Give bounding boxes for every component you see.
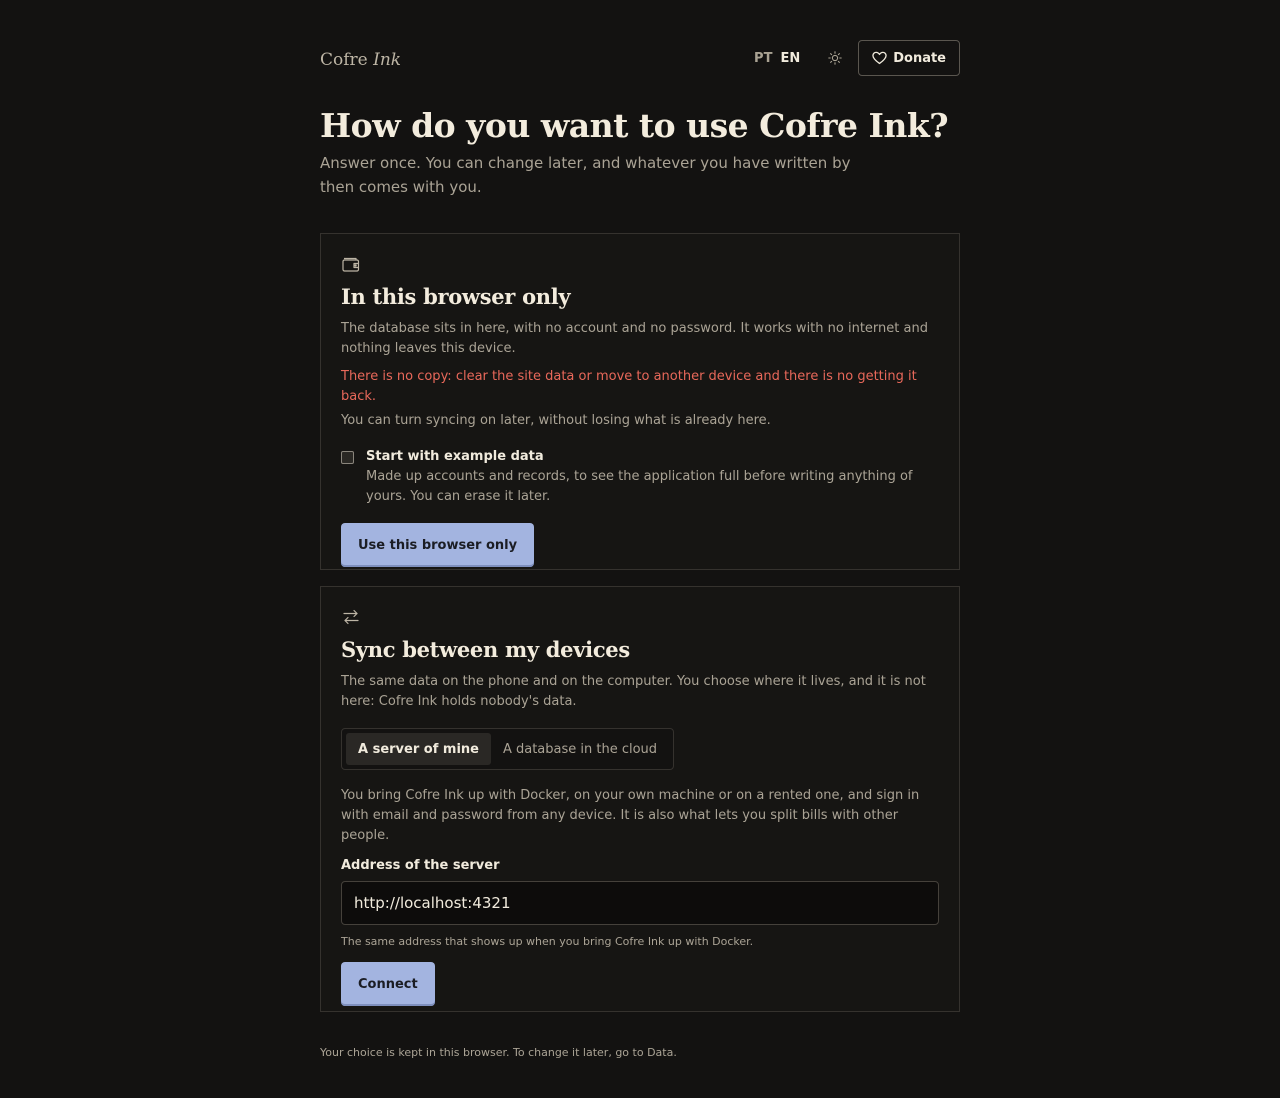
example-data-description: Made up accounts and records, to see the… xyxy=(366,469,913,504)
footer-note: Your choice is kept in this browser. To … xyxy=(320,1046,677,1059)
donate-button[interactable]: Donate xyxy=(858,40,960,76)
local-card-note: You can turn syncing on later, without l… xyxy=(341,413,771,428)
example-data-checkbox[interactable] xyxy=(341,451,354,464)
sync-card-description: The same data on the phone and on the co… xyxy=(341,674,926,709)
server-address-input[interactable] xyxy=(341,881,939,925)
arrows-exchange-icon xyxy=(343,609,359,625)
top-actions: PT EN Donate xyxy=(754,40,960,76)
use-browser-button[interactable]: Use this browser only xyxy=(341,523,535,567)
lang-en-button[interactable]: EN xyxy=(780,51,800,66)
page: Cofre Ink PT EN Donate How do you want t… xyxy=(320,0,960,1059)
lang-pt-button[interactable]: PT xyxy=(754,51,772,66)
server-tab-description: You bring Cofre Ink up with Docker, on y… xyxy=(341,788,920,843)
example-data-option[interactable]: Start with example data Made up accounts… xyxy=(341,447,939,507)
language-switcher: PT EN xyxy=(754,51,800,66)
brand-main: Cofre xyxy=(320,50,368,70)
local-card-warning: There is no copy: clear the site data or… xyxy=(341,369,917,404)
local-option-card: In this browser only The database sits i… xyxy=(320,233,960,570)
example-data-label[interactable]: Start with example data xyxy=(366,447,939,467)
sync-method-tabs: A server of mine A database in the cloud xyxy=(341,728,675,770)
page-title: How do you want to use Cofre Ink? xyxy=(320,106,949,145)
connect-button[interactable]: Connect xyxy=(341,962,435,1006)
sync-option-card: Sync between my devices The same data on… xyxy=(320,586,960,1012)
heart-icon xyxy=(872,51,887,65)
tab-own-server[interactable]: A server of mine xyxy=(346,733,491,765)
page-subtitle: Answer once. You can change later, and w… xyxy=(320,154,851,196)
wallet-icon xyxy=(342,257,360,272)
server-address-label: Address of the server xyxy=(341,858,500,873)
sync-card-title: Sync between my devices xyxy=(341,637,630,662)
server-address-hint: The same address that shows up when you … xyxy=(341,935,754,948)
top-bar: Cofre Ink PT EN Donate xyxy=(320,40,960,76)
theme-toggle-button[interactable] xyxy=(822,45,848,71)
local-card-title: In this browser only xyxy=(341,284,571,309)
sun-icon xyxy=(828,51,842,65)
donate-label: Donate xyxy=(893,50,946,66)
tab-cloud-database[interactable]: A database in the cloud xyxy=(491,733,669,765)
brand-logo[interactable]: Cofre Ink xyxy=(320,50,401,70)
brand-italic: Ink xyxy=(373,50,402,70)
local-card-description: The database sits in here, with no accou… xyxy=(341,321,928,356)
